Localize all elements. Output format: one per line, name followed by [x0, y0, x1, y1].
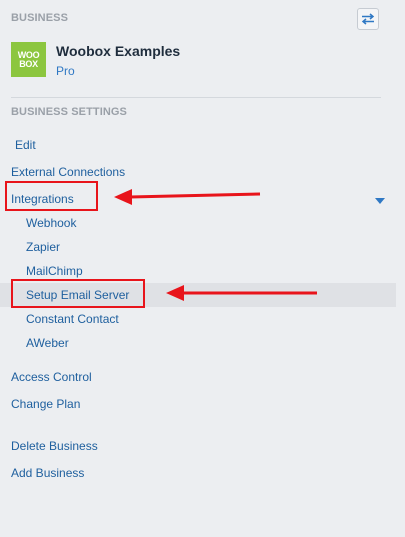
- section-divider: [11, 97, 381, 98]
- nav-zapier[interactable]: Zapier: [26, 240, 60, 254]
- nav-add-business[interactable]: Add Business: [11, 466, 84, 480]
- annotation-box-integrations: [5, 181, 98, 211]
- business-name: Woobox Examples: [56, 43, 181, 59]
- annotation-arrow-setup-email: [166, 285, 317, 301]
- switch-business-button[interactable]: [357, 8, 379, 30]
- nav-mailchimp[interactable]: MailChimp: [26, 264, 83, 278]
- swap-arrows-icon: [361, 13, 375, 25]
- nav-access-control[interactable]: Access Control: [11, 370, 92, 384]
- nav-delete-business[interactable]: Delete Business: [11, 439, 98, 453]
- nav-change-plan[interactable]: Change Plan: [11, 397, 80, 411]
- nav-edit[interactable]: Edit: [15, 138, 36, 152]
- annotation-box-setup-email: [11, 279, 145, 308]
- logo-line-2: BOX: [19, 58, 38, 69]
- nav-constant-contact[interactable]: Constant Contact: [26, 312, 119, 326]
- business-plan: Pro: [56, 64, 75, 78]
- business-section-label: BUSINESS: [11, 12, 69, 24]
- settings-section-label: BUSINESS SETTINGS: [11, 106, 127, 118]
- business-sidebar: BUSINESS WOO BOX Woobox Examples Pro BUS…: [0, 0, 396, 537]
- business-logo: WOO BOX: [11, 42, 46, 77]
- annotation-arrow-integrations: [114, 189, 261, 205]
- nav-webhook[interactable]: Webhook: [26, 216, 76, 230]
- nav-aweber[interactable]: AWeber: [26, 336, 69, 350]
- chevron-down-icon[interactable]: [375, 198, 385, 204]
- nav-external-connections[interactable]: External Connections: [11, 165, 125, 179]
